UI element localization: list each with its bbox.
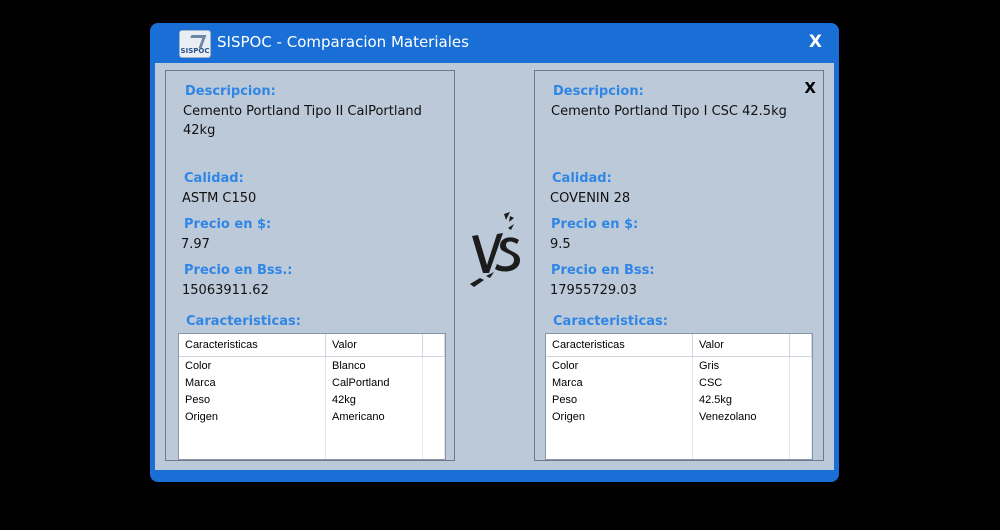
precio-bss-label: Precio en Bss.: [184, 263, 293, 278]
descripcion-value-line1: Cemento Portland Tipo I CSC 42.5kg [551, 104, 787, 119]
precio-bss-label: Precio en Bss: [551, 263, 655, 278]
descripcion-value-line2: 42kg [183, 123, 216, 138]
column-header-filler [422, 334, 445, 357]
window-title: SISPOC - Comparacion Materiales [217, 33, 469, 51]
precio-usd-label: Precio en $: [184, 217, 272, 232]
window-close-button[interactable]: X [809, 32, 822, 52]
calidad-label: Calidad: [552, 171, 612, 186]
cell-value[interactable]: Venezolano [692, 408, 790, 425]
cell-value[interactable]: Blanco [325, 356, 423, 374]
caracteristicas-grid[interactable]: Caracteristicas Valor Color Gris Marca C… [545, 333, 813, 460]
table-row[interactable]: Color Blanco [179, 356, 445, 374]
cell-value[interactable]: 42kg [325, 391, 423, 408]
comparison-window: SISPOC SISPOC - Comparacion Materiales X… [150, 23, 839, 482]
table-row[interactable]: Origen Venezolano [546, 408, 812, 425]
precio-usd-value: 9.5 [550, 237, 571, 252]
descripcion-value-line1: Cemento Portland Tipo II CalPortland [183, 104, 422, 119]
material-panel-left: Descripcion: Cemento Portland Tipo II Ca… [165, 70, 455, 461]
calidad-value: COVENIN 28 [550, 191, 631, 206]
table-row[interactable]: Marca CalPortland [179, 374, 445, 391]
precio-usd-value: 7.97 [181, 237, 210, 252]
descripcion-label: Descripcion: [553, 84, 644, 99]
calidad-label: Calidad: [184, 171, 244, 186]
precio-bss-value: 17955729.03 [550, 283, 637, 298]
cell-key[interactable]: Peso [546, 391, 693, 408]
cell-value[interactable]: Americano [325, 408, 423, 425]
column-header-valor[interactable]: Valor [692, 334, 790, 357]
calidad-value: ASTM C150 [182, 191, 257, 206]
table-row-empty[interactable] [179, 442, 445, 459]
precio-usd-label: Precio en $: [551, 217, 639, 232]
grid-header-row: Caracteristicas Valor [546, 334, 812, 357]
table-row[interactable]: Marca CSC [546, 374, 812, 391]
caracteristicas-label: Caracteristicas: [186, 314, 301, 329]
cell-key[interactable]: Marca [546, 374, 693, 391]
cell-key[interactable]: Origen [546, 408, 693, 425]
title-bar[interactable]: SISPOC SISPOC - Comparacion Materiales X [150, 23, 839, 63]
table-row-empty[interactable] [179, 425, 445, 442]
table-row[interactable]: Origen Americano [179, 408, 445, 425]
sispoc-logo-icon: SISPOC [179, 30, 211, 58]
caracteristicas-label: Caracteristicas: [553, 314, 668, 329]
table-row[interactable]: Color Gris [546, 356, 812, 374]
table-row[interactable]: Peso 42kg [179, 391, 445, 408]
app-icon-label: SISPOC [180, 47, 210, 55]
column-header-caracteristicas[interactable]: Caracteristicas [179, 334, 326, 357]
cell-value[interactable]: CSC [692, 374, 790, 391]
precio-bss-value: 15063911.62 [182, 283, 269, 298]
cell-key[interactable]: Color [546, 356, 693, 374]
vs-graphic [470, 212, 520, 287]
column-header-caracteristicas[interactable]: Caracteristicas [546, 334, 693, 357]
descripcion-label: Descripcion: [185, 84, 276, 99]
grid-header-row: Caracteristicas Valor [179, 334, 445, 357]
table-row-empty[interactable] [546, 442, 812, 459]
cell-key[interactable]: Color [179, 356, 326, 374]
client-area: Descripcion: Cemento Portland Tipo II Ca… [155, 63, 834, 470]
cell-value[interactable]: 42.5kg [692, 391, 790, 408]
cell-value[interactable]: CalPortland [325, 374, 423, 391]
column-header-filler [789, 334, 812, 357]
caracteristicas-grid[interactable]: Caracteristicas Valor Color Blanco Marca… [178, 333, 446, 460]
cell-key[interactable]: Peso [179, 391, 326, 408]
panel-close-button[interactable]: X [804, 79, 816, 97]
table-row-empty[interactable] [546, 425, 812, 442]
table-row[interactable]: Peso 42.5kg [546, 391, 812, 408]
cell-key[interactable]: Origen [179, 408, 326, 425]
material-panel-right: X Descripcion: Cemento Portland Tipo I C… [534, 70, 824, 461]
column-header-valor[interactable]: Valor [325, 334, 423, 357]
cell-key[interactable]: Marca [179, 374, 326, 391]
cell-value[interactable]: Gris [692, 356, 790, 374]
